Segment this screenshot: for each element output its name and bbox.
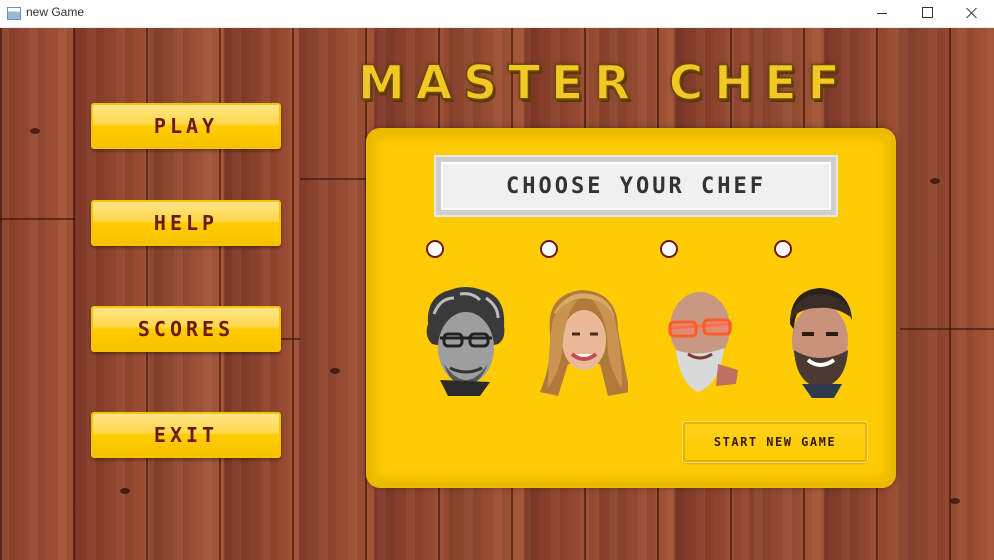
window-title: new Game (26, 5, 85, 19)
chef-2-portrait[interactable] (538, 284, 628, 399)
maximize-icon[interactable] (904, 0, 950, 27)
chef-1-portrait[interactable] (420, 284, 510, 399)
minimize-icon[interactable] (859, 0, 905, 27)
choose-chef-heading: CHOOSE YOUR CHEF (434, 155, 838, 217)
start-new-game-button[interactable]: START NEW GAME (682, 421, 868, 463)
chef-2-radio[interactable] (540, 240, 558, 258)
title-bar: new Game (0, 0, 994, 28)
wood-seam (900, 328, 994, 330)
chef-1-radio[interactable] (426, 240, 444, 258)
exit-button[interactable]: EXIT (91, 412, 281, 458)
chef-4-radio[interactable] (774, 240, 792, 258)
wood-knot (950, 498, 960, 504)
wood-seam (0, 218, 75, 220)
chef-3-radio[interactable] (660, 240, 678, 258)
chef-selection-panel: CHOOSE YOUR CHEF START NEW GAME (366, 128, 896, 488)
chef-4-portrait[interactable] (776, 284, 866, 399)
play-button[interactable]: PLAY (91, 103, 281, 149)
wood-knot (120, 488, 130, 494)
wood-knot (30, 128, 40, 134)
chef-3-portrait[interactable] (658, 284, 748, 399)
app-window-icon (7, 7, 21, 20)
wood-seam (300, 178, 370, 180)
close-icon[interactable] (949, 0, 994, 27)
game-title: MASTER CHEF (357, 55, 851, 112)
help-button[interactable]: HELP (91, 200, 281, 246)
wood-knot (930, 178, 940, 184)
wood-knot (330, 368, 340, 374)
scores-button[interactable]: SCORES (91, 306, 281, 352)
game-area: MASTER CHEF PLAY HELP SCORES EXIT CHOOSE… (0, 28, 994, 560)
